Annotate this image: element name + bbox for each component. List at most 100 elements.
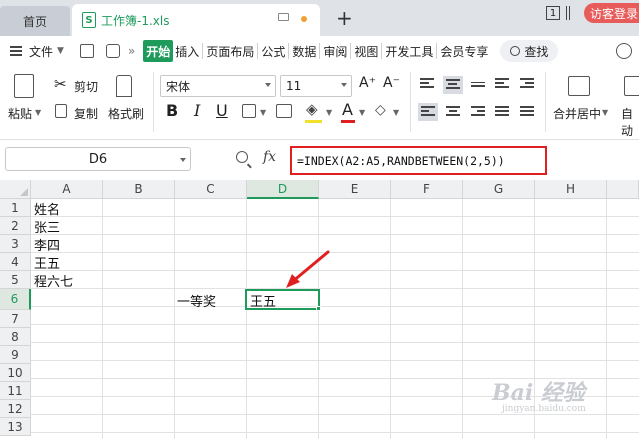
chevron-down-icon[interactable]: ▼ — [55, 40, 66, 62]
column-header-i[interactable] — [607, 180, 639, 199]
paste-icon[interactable] — [14, 74, 34, 98]
align-right-icon[interactable] — [471, 106, 485, 118]
scissors-icon[interactable]: ✂ — [54, 75, 67, 93]
font-color-button[interactable]: A — [342, 100, 353, 119]
cut-button[interactable]: 剪切 — [74, 78, 98, 95]
align-middle-icon[interactable] — [443, 76, 463, 94]
row-header-1[interactable]: 1 — [0, 199, 31, 217]
more-icon[interactable]: » — [126, 40, 137, 62]
menu-tab-page-layout[interactable]: 页面布局 — [204, 40, 256, 62]
row-header-13[interactable]: 13 — [0, 418, 31, 436]
paste-button-label[interactable]: 粘贴 — [8, 105, 32, 122]
menu-tab-developer[interactable]: 开发工具 — [383, 40, 435, 62]
underline-button[interactable]: U — [216, 101, 228, 120]
fill-color-icon[interactable]: ◈ — [306, 100, 318, 118]
row-header-5[interactable]: 5 — [0, 271, 31, 289]
distributed-icon[interactable] — [520, 106, 534, 118]
monitor-icon[interactable] — [278, 13, 289, 21]
save-icon[interactable] — [79, 44, 94, 58]
menu-tab-home[interactable]: 开始 — [143, 40, 174, 62]
row-header-3[interactable]: 3 — [0, 235, 31, 253]
indent-increase-icon[interactable] — [520, 78, 534, 90]
format-painter-icon[interactable] — [116, 75, 132, 97]
name-box[interactable]: D6 — [5, 147, 191, 171]
copy-button[interactable]: 复制 — [74, 105, 98, 122]
borders-icon[interactable] — [242, 104, 256, 118]
bold-button[interactable]: B — [166, 101, 178, 120]
align-top-icon[interactable] — [420, 78, 434, 90]
font-size-select[interactable]: 11 — [280, 75, 352, 97]
tab-home[interactable]: 首页 — [0, 6, 70, 36]
cell-a1[interactable]: 姓名 — [32, 199, 102, 218]
column-header-b[interactable]: B — [103, 180, 175, 199]
row-header-8[interactable]: 8 — [0, 328, 31, 346]
row-header-9[interactable]: 9 — [0, 346, 31, 364]
menu-tab-formulas[interactable]: 公式 — [259, 40, 287, 62]
row-header-2[interactable]: 2 — [0, 217, 31, 235]
chevron-down-icon[interactable]: ▼ — [393, 108, 399, 117]
column-header-d[interactable]: D — [247, 180, 319, 199]
indent-decrease-icon[interactable] — [495, 78, 509, 90]
window-count-icon[interactable]: 1 — [546, 6, 560, 20]
menu-tab-review[interactable]: 审阅 — [321, 40, 349, 62]
font-grow-button[interactable]: A⁺ — [359, 75, 376, 91]
menu-divider — [436, 43, 438, 59]
justify-icon[interactable] — [495, 106, 509, 118]
settings-icon[interactable] — [616, 43, 632, 59]
select-all-corner[interactable] — [0, 180, 31, 199]
print-icon[interactable] — [105, 44, 120, 58]
layout-bars-icon[interactable] — [566, 6, 570, 20]
row-header-4[interactable]: 4 — [0, 253, 31, 271]
visitor-login-button[interactable]: 访客登录 — [584, 3, 639, 23]
copy-icon[interactable] — [55, 104, 67, 118]
merge-center-button[interactable]: 合并居中 — [553, 105, 601, 122]
eraser-icon[interactable]: ◇ — [375, 102, 386, 118]
column-header-a[interactable]: A — [31, 180, 103, 199]
column-header-c[interactable]: C — [175, 180, 247, 199]
formula-input[interactable]: =INDEX(A2:A5,RANDBETWEEN(2,5)) — [290, 146, 547, 175]
row-header-10[interactable]: 10 — [0, 364, 31, 382]
fill-handle[interactable] — [316, 306, 321, 311]
merge-center-icon[interactable] — [568, 76, 590, 96]
align-left-icon[interactable] — [418, 103, 438, 121]
align-bottom-icon[interactable] — [471, 82, 485, 94]
menu-tab-view[interactable]: 视图 — [352, 40, 380, 62]
insert-function-button[interactable]: fx — [263, 149, 276, 165]
wrap-text-icon[interactable] — [624, 76, 639, 96]
cell-a2[interactable]: 张三 — [32, 217, 102, 236]
menu-file[interactable]: 文件 — [27, 40, 55, 62]
row-header-7[interactable]: 7 — [0, 310, 31, 328]
column-header-e[interactable]: E — [319, 180, 391, 199]
cell-a3[interactable]: 李四 — [32, 235, 102, 254]
format-painter-button[interactable]: 格式刷 — [108, 105, 144, 122]
cell-c6[interactable]: 一等奖 — [175, 290, 245, 310]
font-color-bar — [341, 120, 355, 123]
column-header-h[interactable]: H — [535, 180, 607, 199]
row-header-11[interactable]: 11 — [0, 382, 31, 400]
menu-tab-insert[interactable]: 插入 — [173, 40, 201, 62]
cell-a4[interactable]: 王五 — [32, 253, 102, 272]
column-header-g[interactable]: G — [463, 180, 535, 199]
column-header-f[interactable]: F — [391, 180, 463, 199]
menu-tab-data[interactable]: 数据 — [290, 40, 318, 62]
row-header-6[interactable]: 6 — [0, 289, 31, 310]
name-box-value: D6 — [88, 151, 108, 167]
menu-tab-member[interactable]: 会员专享 — [438, 40, 490, 62]
chevron-down-icon[interactable]: ▼ — [602, 108, 608, 117]
search-button[interactable]: 查找 — [500, 40, 559, 62]
chevron-down-icon[interactable]: ▼ — [326, 108, 332, 117]
hamburger-menu-icon[interactable] — [10, 46, 22, 56]
chevron-down-icon[interactable]: ▼ — [359, 108, 365, 117]
italic-button[interactable]: I — [194, 101, 200, 120]
chevron-down-icon[interactable]: ▼ — [260, 108, 266, 117]
chevron-down-icon[interactable]: ▼ — [35, 108, 41, 117]
new-tab-button[interactable]: + — [336, 6, 353, 30]
font-name-select[interactable]: 宋体 — [160, 75, 276, 97]
merge-cells-icon[interactable] — [276, 104, 292, 118]
auto-wrap-button[interactable]: 自动 — [621, 105, 639, 139]
cell-a5[interactable]: 程六七 — [32, 271, 102, 290]
align-center-icon[interactable] — [446, 106, 460, 118]
zoom-icon[interactable] — [236, 151, 248, 163]
row-header-12[interactable]: 12 — [0, 400, 31, 418]
font-shrink-button[interactable]: A⁻ — [383, 75, 400, 91]
